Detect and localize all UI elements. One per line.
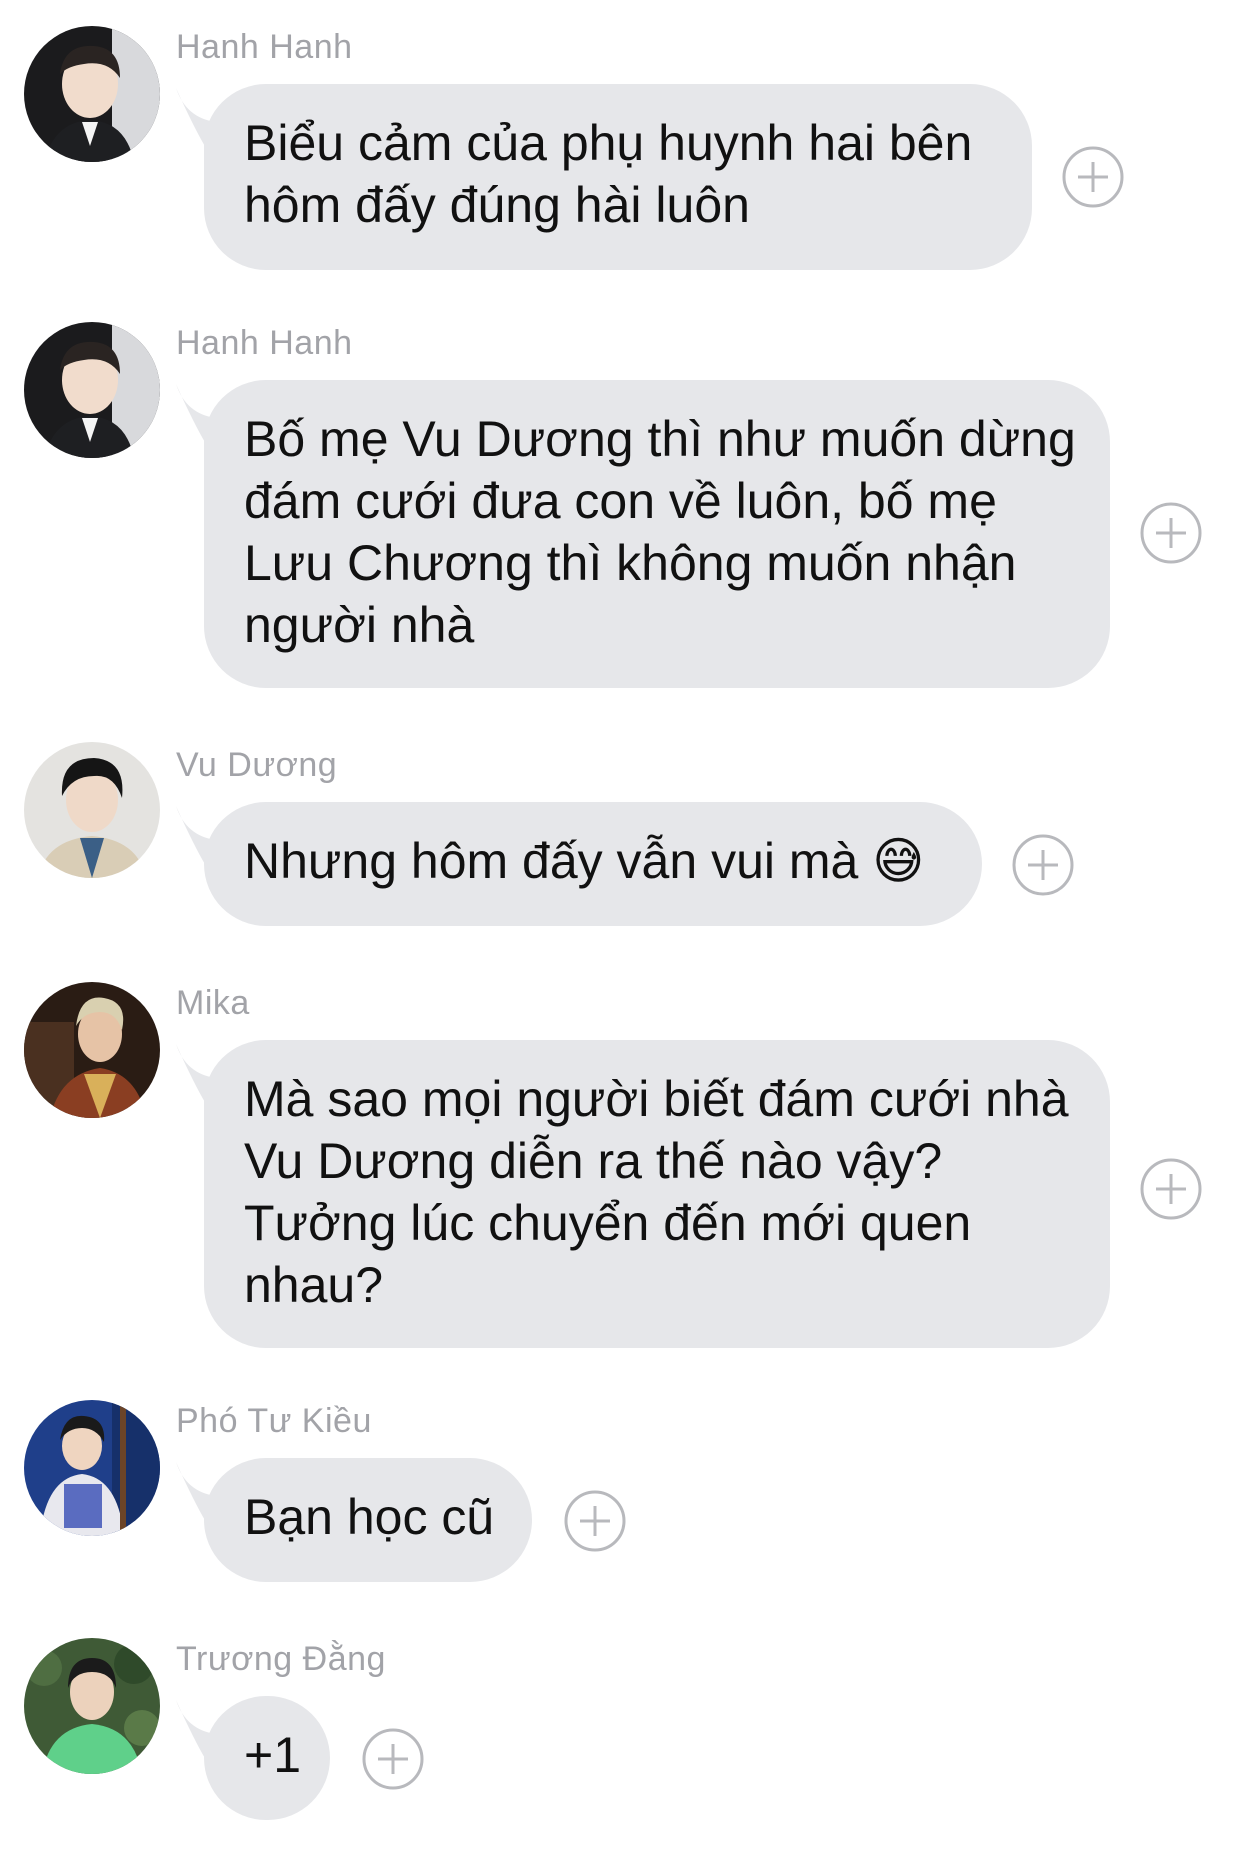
message-text-line: Bạn học cũ: [244, 1489, 495, 1545]
plus-circle-icon: [1062, 146, 1124, 208]
message-text-line: hôm đấy đúng hài luôn: [244, 177, 750, 233]
message-text-line: Lưu Chương thì không muốn nhận: [244, 535, 1017, 591]
sender-name: Mika: [176, 984, 250, 1022]
sender-name: Phó Tư Kiều: [176, 1402, 372, 1440]
message-bubble[interactable]: Mà sao mọi người biết đám cưới nhà Vu Dư…: [204, 1040, 1110, 1348]
message-bubble[interactable]: +1: [204, 1696, 330, 1820]
sender-name: Hanh Hanh: [176, 324, 353, 362]
message-text-line: Vu Dương diễn ra thế nào vậy?: [244, 1133, 943, 1189]
plus-circle-icon: [1140, 1158, 1202, 1220]
sender-name: Trương Đằng: [176, 1640, 386, 1678]
message-text-line: Biểu cảm của phụ huynh hai bên: [244, 115, 973, 171]
message-bubble[interactable]: Nhưng hôm đấy vẫn vui mà 😅: [204, 802, 982, 926]
avatar-vu-duong[interactable]: [24, 742, 160, 878]
add-reaction-button[interactable]: [1140, 502, 1202, 564]
add-reaction-button[interactable]: [362, 1728, 424, 1790]
add-reaction-button[interactable]: [1062, 146, 1124, 208]
message-bubble[interactable]: Bố mẹ Vu Dương thì như muốn dừng đám cướ…: [204, 380, 1110, 688]
avatar-hanh-hanh[interactable]: [24, 322, 160, 458]
message-bubble[interactable]: Biểu cảm của phụ huynh hai bên hôm đấy đ…: [204, 84, 1032, 270]
plus-circle-icon: [1140, 502, 1202, 564]
add-reaction-button[interactable]: [1012, 834, 1074, 896]
message-text-line: +1: [244, 1727, 302, 1783]
message-text-line: người nhà: [244, 597, 475, 653]
avatar-hanh-hanh[interactable]: [24, 26, 160, 162]
sender-name: Vu Dương: [176, 746, 338, 784]
avatar-pho-tu-kieu[interactable]: [24, 1400, 160, 1536]
add-reaction-button[interactable]: [564, 1490, 626, 1552]
avatar-mika[interactable]: [24, 982, 160, 1118]
add-reaction-button[interactable]: [1140, 1158, 1202, 1220]
message-text-line: đám cưới đưa con về luôn, bố mẹ: [244, 473, 997, 529]
message-text-line: nhau?: [244, 1257, 384, 1313]
sender-name: Hanh Hanh: [176, 28, 353, 66]
message-text-line: Bố mẹ Vu Dương thì như muốn dừng: [244, 411, 1076, 467]
avatar-truong-dang[interactable]: [24, 1638, 160, 1774]
plus-circle-icon: [362, 1728, 424, 1790]
plus-circle-icon: [564, 1490, 626, 1552]
message-bubble[interactable]: Bạn học cũ: [204, 1458, 532, 1582]
message-text-line: Tưởng lúc chuyển đến mới quen: [244, 1195, 972, 1251]
plus-circle-icon: [1012, 834, 1074, 896]
message-text-line: Nhưng hôm đấy vẫn vui mà 😅: [244, 833, 925, 889]
message-text-line: Mà sao mọi người biết đám cưới nhà: [244, 1071, 1069, 1127]
